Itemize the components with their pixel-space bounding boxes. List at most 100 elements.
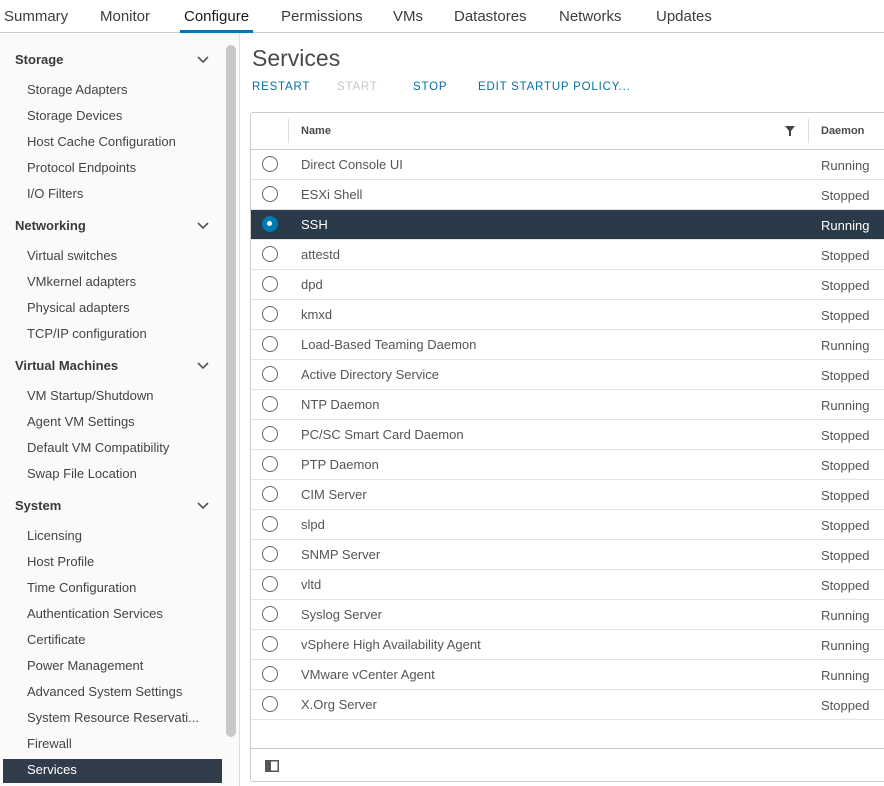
row-radio-button[interactable] [262,306,278,322]
row-radio-button[interactable] [262,546,278,562]
table-row[interactable]: SNMP Server Stopped [251,540,884,570]
sidebar-item-storage-devices[interactable]: Storage Devices [3,105,222,129]
chevron-down-icon[interactable] [196,55,210,65]
sidebar-item-host-cache-configuration[interactable]: Host Cache Configuration [3,131,222,155]
sidebar-item-storage-adapters[interactable]: Storage Adapters [3,79,222,103]
row-radio-button[interactable] [262,186,278,202]
row-radio-button[interactable] [262,426,278,442]
table-footer [251,748,884,781]
table-row[interactable]: Syslog Server Running [251,600,884,630]
table-row[interactable]: CIM Server Stopped [251,480,884,510]
table-row[interactable]: vltd Stopped [251,570,884,600]
table-row[interactable]: kmxd Stopped [251,300,884,330]
table-row[interactable]: VMware vCenter Agent Running [251,660,884,690]
row-radio-button[interactable] [262,216,278,232]
table-row[interactable]: X.Org Server Stopped [251,690,884,720]
chevron-down-icon[interactable] [196,501,210,511]
stop-button[interactable]: STOP [413,81,447,93]
tab-permissions[interactable]: Permissions [277,0,367,33]
sidebar-item-swap-file-location[interactable]: Swap File Location [3,463,222,487]
edit-startup-policy-button[interactable]: EDIT STARTUP POLICY... [478,81,631,93]
row-radio-button[interactable] [262,606,278,622]
sidebar-section-virtual-machines[interactable]: Virtual Machines [0,354,222,380]
sidebar-item-services[interactable]: Services [3,759,222,783]
sidebar-item-label: TCP/IP configuration [27,326,147,341]
daemon-status: Running [821,398,870,413]
column-divider[interactable] [288,119,289,143]
start-button[interactable]: START [337,81,378,93]
row-radio-button[interactable] [262,576,278,592]
tab-datastores[interactable]: Datastores [450,0,531,33]
sidebar-item-host-profile[interactable]: Host Profile [3,551,222,575]
chevron-down-icon[interactable] [196,221,210,231]
sidebar-item-agent-vm-settings[interactable]: Agent VM Settings [3,411,222,435]
tab-vms[interactable]: VMs [389,0,427,33]
tab-configure[interactable]: Configure [180,0,254,33]
filter-icon[interactable] [785,126,795,136]
row-radio-button[interactable] [262,516,278,532]
sidebar-section-networking[interactable]: Networking [0,214,222,240]
sidebar-item-physical-adapters[interactable]: Physical adapters [3,297,222,321]
tab-summary[interactable]: Summary [0,0,72,33]
restart-button[interactable]: RESTART [252,81,310,93]
sidebar-item-protocol-endpoints[interactable]: Protocol Endpoints [3,157,222,181]
sidebar-item-label: VM Startup/Shutdown [27,388,154,403]
sidebar-item-authentication-services[interactable]: Authentication Services [3,603,222,627]
table-row[interactable]: SSH Running [251,210,884,240]
sidebar-item-advanced-system-settings[interactable]: Advanced System Settings [3,681,222,705]
sidebar-item-tcpip-configuration[interactable]: TCP/IP configuration [3,323,222,347]
row-radio-button[interactable] [262,456,278,472]
row-radio-button[interactable] [262,156,278,172]
row-radio-button[interactable] [262,396,278,412]
column-divider[interactable] [808,119,809,143]
row-radio-button[interactable] [262,366,278,382]
sidebar-item-label: Licensing [27,528,82,543]
sidebar-item-default-vm-compatibility[interactable]: Default VM Compatibility [3,437,222,461]
row-radio-button[interactable] [262,636,278,652]
service-name: VMware vCenter Agent [301,667,435,682]
column-toggle-icon[interactable] [265,760,279,772]
sidebar-item-firewall[interactable]: Firewall [3,733,222,757]
row-radio-button[interactable] [262,246,278,262]
table-row[interactable]: Direct Console UI Running [251,150,884,180]
table-row[interactable]: PTP Daemon Stopped [251,450,884,480]
row-radio-button[interactable] [262,336,278,352]
daemon-status: Stopped [821,428,870,443]
table-row[interactable]: PC/SC Smart Card Daemon Stopped [251,420,884,450]
sidebar-item-label: Default VM Compatibility [27,440,170,455]
service-name: SSH [301,217,328,232]
column-header-name[interactable]: Name [301,125,331,137]
sidebar-item-vm-startup-shutdown[interactable]: VM Startup/Shutdown [3,385,222,409]
sidebar-item-time-configuration[interactable]: Time Configuration [3,577,222,601]
row-radio-button[interactable] [262,486,278,502]
sidebar-item-certificate[interactable]: Certificate [3,629,222,653]
tab-networks[interactable]: Networks [555,0,626,33]
sidebar-section-storage[interactable]: Storage [0,48,222,74]
sidebar-item-system-resource-reservation[interactable]: System Resource Reservati... [3,707,222,731]
sidebar-scrollbar-thumb[interactable] [226,45,236,737]
table-row[interactable]: NTP Daemon Running [251,390,884,420]
row-radio-button[interactable] [262,666,278,682]
sidebar-item-virtual-switches[interactable]: Virtual switches [3,245,222,269]
table-row[interactable]: dpd Stopped [251,270,884,300]
sidebar-item-label: System Resource Reservati... [27,710,199,725]
sidebar-item-licensing[interactable]: Licensing [3,525,222,549]
row-radio-button[interactable] [262,696,278,712]
column-header-daemon[interactable]: Daemon [821,125,864,137]
chevron-down-icon[interactable] [196,361,210,371]
row-radio-button[interactable] [262,276,278,292]
table-row[interactable]: ESXi Shell Stopped [251,180,884,210]
table-row[interactable]: Active Directory Service Stopped [251,360,884,390]
tab-monitor[interactable]: Monitor [96,0,154,33]
daemon-status: Running [821,218,870,233]
table-row[interactable]: attestd Stopped [251,240,884,270]
sidebar-item-io-filters[interactable]: I/O Filters [3,183,222,207]
sidebar-item-power-management[interactable]: Power Management [3,655,222,679]
daemon-status: Stopped [821,368,870,383]
table-row[interactable]: Load-Based Teaming Daemon Running [251,330,884,360]
sidebar-section-system[interactable]: System [0,494,222,520]
sidebar-item-vmkernel-adapters[interactable]: VMkernel adapters [3,271,222,295]
tab-updates[interactable]: Updates [652,0,716,33]
table-row[interactable]: vSphere High Availability Agent Running [251,630,884,660]
table-row[interactable]: slpd Stopped [251,510,884,540]
